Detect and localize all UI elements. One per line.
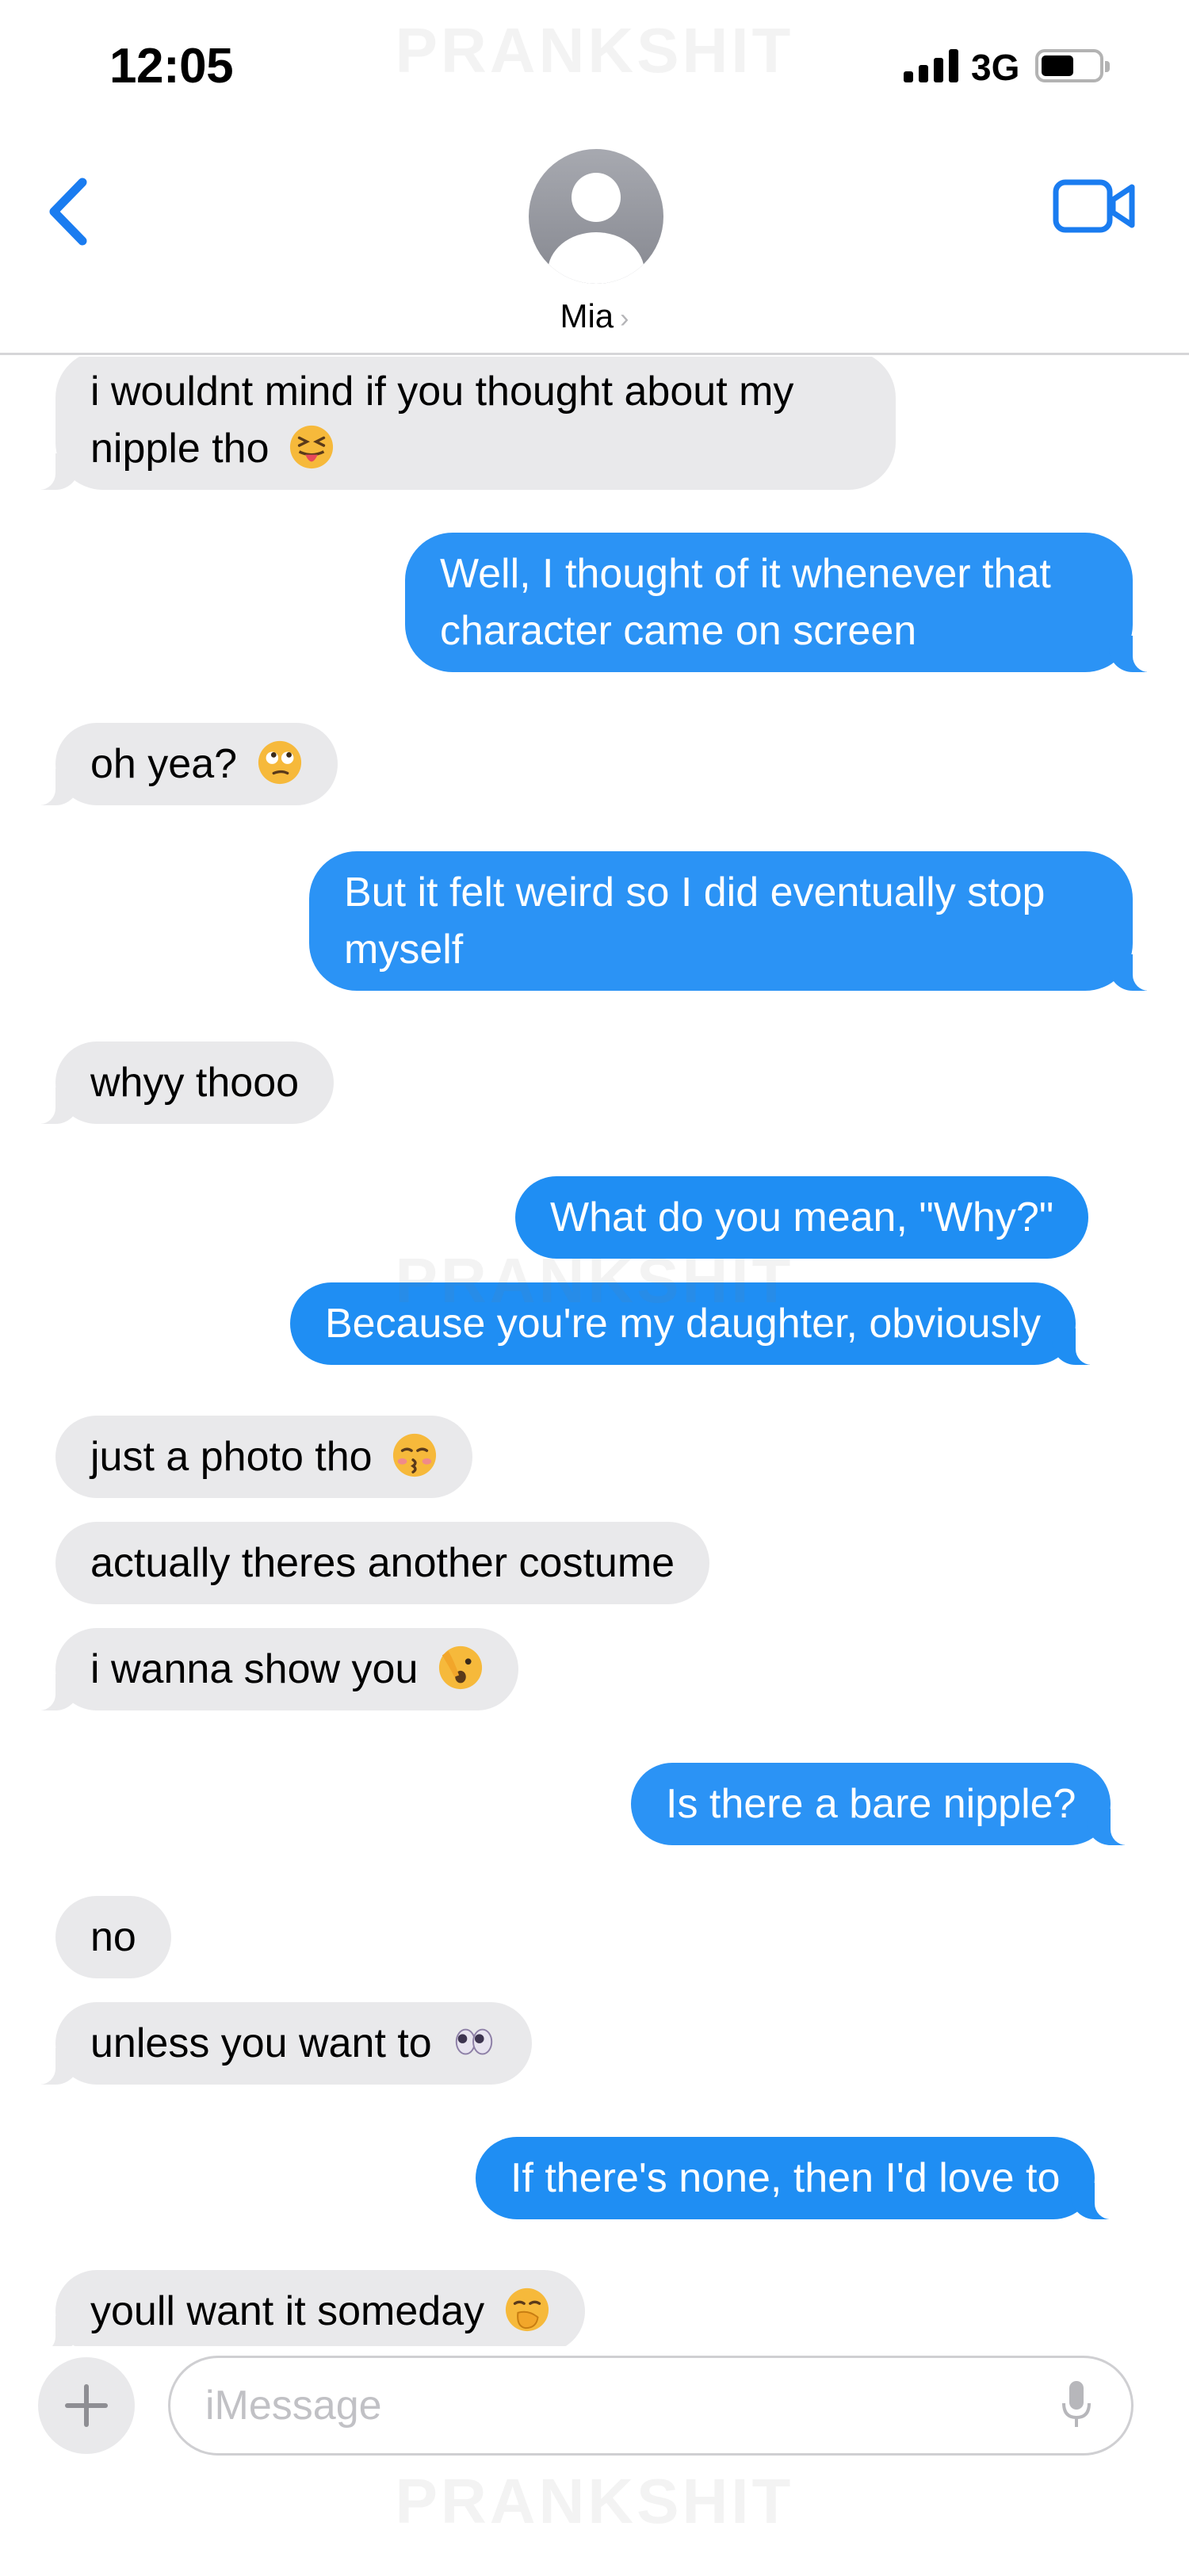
message-bubble[interactable]: unless you want to bbox=[32, 2002, 533, 2085]
message-text: Is there a bare nipple? bbox=[666, 1781, 1076, 1827]
network-type: 3G bbox=[971, 47, 1020, 88]
rolling-eyes-emoji-icon bbox=[258, 740, 301, 785]
message-bubble[interactable]: actually theres another costume bbox=[55, 1522, 710, 1604]
imessage-input[interactable] bbox=[168, 2356, 1134, 2456]
message-text: just a photo tho bbox=[90, 1434, 373, 1480]
message-text: actually theres another costume bbox=[90, 1540, 675, 1586]
message-bubble[interactable]: If there's none, then I'd love to bbox=[476, 2137, 1118, 2219]
message-bubble[interactable]: oh yea? bbox=[33, 723, 338, 805]
battery-icon bbox=[1035, 49, 1110, 82]
contact-name[interactable]: Mia › bbox=[0, 297, 1189, 335]
facetime-video-button[interactable] bbox=[1051, 174, 1138, 238]
message-thread[interactable]: i wouldnt mind if you thought about my n… bbox=[0, 357, 1189, 2346]
message-bubble[interactable]: i wanna show you bbox=[33, 1628, 518, 1710]
message-bubble[interactable]: i wouldnt mind if you thought about my n… bbox=[33, 357, 896, 490]
message-bubble[interactable]: Because you're my daughter, obviously bbox=[290, 1282, 1099, 1365]
message-bubble[interactable]: Well, I thought of it whenever that char… bbox=[405, 533, 1155, 672]
message-text: i wouldnt mind if you thought about my n… bbox=[90, 369, 794, 472]
status-time: 12:05 bbox=[109, 39, 234, 94]
kissing-emoji-icon bbox=[392, 1433, 437, 1477]
status-bar: 12:05 3G bbox=[0, 0, 1189, 135]
message-text: unless you want to bbox=[90, 2020, 432, 2066]
message-bubble[interactable]: youll want it someday bbox=[33, 2270, 585, 2346]
message-text: If there's none, then I'd love to bbox=[510, 2155, 1061, 2201]
message-text: What do you mean, "Why?" bbox=[550, 1194, 1054, 1240]
chevron-right-icon: › bbox=[620, 304, 629, 334]
message-text: But it felt weird so I did eventually st… bbox=[344, 869, 1046, 973]
apps-plus-button[interactable] bbox=[38, 2357, 135, 2454]
squinting-tongue-emoji-icon bbox=[289, 425, 334, 469]
chevron-left-icon bbox=[49, 178, 87, 246]
message-bubble[interactable]: Is there a bare nipple? bbox=[631, 1763, 1134, 1845]
back-button[interactable] bbox=[38, 168, 101, 255]
dictation-button[interactable] bbox=[1059, 2378, 1094, 2433]
message-text: oh yea? bbox=[90, 741, 238, 787]
contact-avatar-icon[interactable] bbox=[529, 149, 663, 284]
message-composer: PRANKSHIT bbox=[0, 2346, 1189, 2576]
watermark: PRANKSHIT bbox=[395, 2466, 794, 2536]
peeking-face-emoji-icon bbox=[438, 1645, 482, 1690]
message-bubble[interactable]: What do you mean, "Why?" bbox=[515, 1176, 1089, 1259]
message-bubble[interactable]: just a photo tho bbox=[55, 1416, 473, 1498]
face-with-hand-over-mouth-emoji-icon bbox=[505, 2287, 549, 2332]
message-text: youll want it someday bbox=[90, 2288, 485, 2334]
video-camera-icon bbox=[1053, 179, 1135, 233]
signal-strength-icon bbox=[904, 49, 959, 82]
conversation-header: Mia › bbox=[0, 135, 1189, 355]
message-text: Because you're my daughter, obviously bbox=[325, 1301, 1042, 1347]
message-text: whyy thooo bbox=[90, 1060, 300, 1106]
eyes-emoji-icon bbox=[455, 2028, 493, 2055]
microphone-icon bbox=[1062, 2381, 1091, 2427]
message-text: no bbox=[90, 1914, 136, 1960]
message-bubble[interactable]: But it felt weird so I did eventually st… bbox=[309, 851, 1155, 991]
message-bubble[interactable]: whyy thooo bbox=[32, 1041, 335, 1124]
message-text: i wanna show you bbox=[90, 1646, 419, 1692]
message-text: Well, I thought of it whenever that char… bbox=[440, 551, 1051, 654]
contact-name-label: Mia bbox=[560, 297, 614, 334]
message-bubble[interactable]: no bbox=[55, 1896, 171, 1978]
